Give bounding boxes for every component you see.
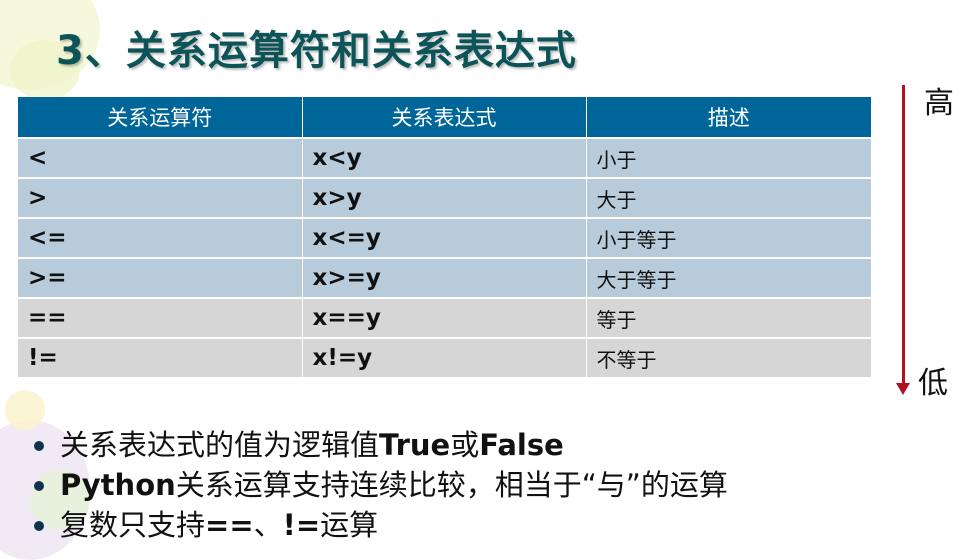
description-cell: 小于 — [586, 138, 871, 179]
header-description: 描述 — [586, 97, 871, 139]
table-row: < x<y 小于 — [18, 138, 871, 179]
table-row: >= x>=y 大于等于 — [18, 258, 871, 299]
header-operator: 关系运算符 — [18, 97, 303, 139]
text-segment: 关系运算支持连续比较，相当于“与”的运算 — [175, 468, 728, 502]
keyword-equal-op: == — [205, 508, 254, 542]
description-cell: 大于等于 — [586, 258, 871, 299]
expression-cell: x==y — [302, 298, 587, 339]
list-item: 复数只支持==、!=运算 — [28, 505, 728, 545]
text-segment: 运算 — [320, 508, 379, 542]
operator-cell: != — [18, 338, 303, 379]
keyword-true: True — [379, 428, 451, 462]
slide-title: 3、关系运算符和关系表达式 — [56, 28, 577, 74]
table-header-row: 关系运算符 关系表达式 描述 — [18, 97, 871, 139]
list-item: Python关系运算支持连续比较，相当于“与”的运算 — [28, 465, 728, 505]
list-item: 关系表达式的值为逻辑值True或False — [28, 425, 728, 465]
operator-cell: > — [18, 178, 303, 219]
table-row: == x==y 等于 — [18, 298, 871, 339]
text-segment: 复数只支持 — [60, 508, 206, 542]
bullet-icon — [34, 441, 44, 451]
description-cell: 小于等于 — [586, 218, 871, 259]
operator-cell: < — [18, 138, 303, 179]
expression-cell: x<y — [302, 138, 587, 179]
priority-high-label: 高 — [924, 86, 954, 121]
operators-table: 关系运算符 关系表达式 描述 < x<y 小于 > x>y 大于 <= x<=y… — [18, 97, 871, 379]
keyword-not-equal-op: != — [282, 508, 321, 542]
description-cell: 不等于 — [586, 338, 871, 379]
operator-cell: == — [18, 298, 303, 339]
text-segment: 关系表达式的值为逻辑值 — [60, 428, 380, 462]
table-row: > x>y 大于 — [18, 178, 871, 219]
keyword-false: False — [479, 428, 564, 462]
priority-arrow-line — [902, 85, 905, 385]
expression-cell: x>=y — [302, 258, 587, 299]
text-segment: 、 — [253, 508, 283, 542]
expression-cell: x!=y — [302, 338, 587, 379]
expression-cell: x>y — [302, 178, 587, 219]
priority-low-label: 低 — [918, 366, 948, 401]
description-cell: 大于 — [586, 178, 871, 219]
expression-cell: x<=y — [302, 218, 587, 259]
notes-list: 关系表达式的值为逻辑值True或False Python关系运算支持连续比较，相… — [28, 425, 728, 545]
background-decoration — [5, 390, 45, 430]
operator-cell: >= — [18, 258, 303, 299]
text-segment: 或 — [450, 428, 480, 462]
operator-cell: <= — [18, 218, 303, 259]
header-expression: 关系表达式 — [302, 97, 587, 139]
description-cell: 等于 — [586, 298, 871, 339]
bullet-icon — [34, 521, 44, 531]
table-row: != x!=y 不等于 — [18, 338, 871, 379]
priority-arrow-head-icon — [896, 383, 910, 395]
bullet-icon — [34, 481, 44, 491]
keyword-python: Python — [60, 468, 176, 502]
table-row: <= x<=y 小于等于 — [18, 218, 871, 259]
